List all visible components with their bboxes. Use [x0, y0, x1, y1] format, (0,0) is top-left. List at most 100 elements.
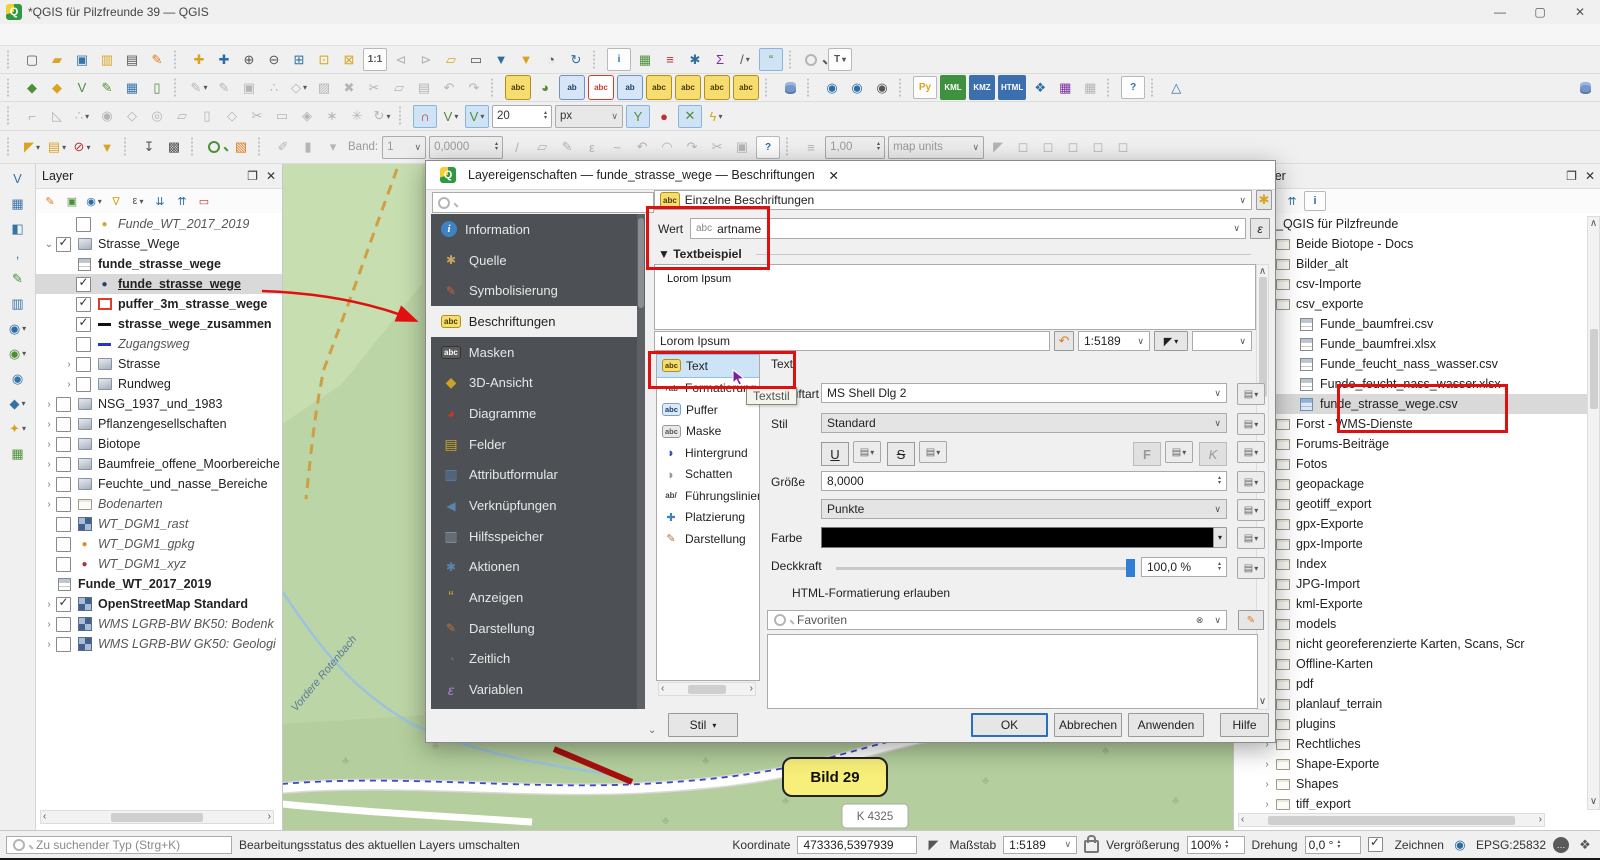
layer-checkbox[interactable] — [56, 497, 71, 512]
enable-snapping-icon[interactable]: ∩ — [413, 105, 437, 128]
settings-tab[interactable]: ab/ Führungslinien — [657, 485, 759, 507]
layer-checkbox[interactable] — [56, 237, 71, 252]
copy-label-icon[interactable]: abc — [733, 75, 759, 100]
kml-export-icon[interactable]: KML — [940, 75, 966, 100]
vertex-tool-icon[interactable]: ◇ — [288, 77, 310, 98]
layer-name[interactable]: funde_strasse_wege — [118, 277, 241, 291]
new-map-view-icon[interactable]: ▱ — [440, 49, 462, 70]
paste-features-icon[interactable]: ▤ — [413, 77, 435, 98]
browser-item[interactable]: › csv-Importe — [1234, 274, 1587, 294]
sidebar-item[interactable]: abc Beschriftungen — [431, 306, 645, 337]
mesh-menu-icon[interactable]: ≡ — [800, 137, 822, 158]
new-gpx-layer-icon[interactable]: ▯ — [146, 77, 168, 98]
topological-editing-icon[interactable]: Y — [626, 105, 650, 128]
layer-name[interactable]: Funde_WT_2017_2019 — [118, 217, 249, 231]
style-manager-mini-button[interactable]: ✎ — [1238, 610, 1264, 630]
zoom-next-icon[interactable]: ⊳ — [415, 49, 437, 70]
layer-item[interactable]: › Strasse — [36, 354, 282, 374]
zoom-annotation-icon[interactable] — [803, 49, 825, 70]
layer-item[interactable]: strasse_wege_zusammen — [36, 314, 282, 334]
handle[interactable] — [7, 106, 15, 126]
modify-attributes-icon[interactable]: ▨ — [313, 77, 335, 98]
close-button[interactable]: ✕ — [1560, 0, 1600, 24]
add-delimited-text-icon[interactable]: , — [7, 243, 29, 264]
layer-checkbox[interactable] — [76, 377, 91, 392]
browser-item[interactable]: › Shapes — [1234, 774, 1587, 794]
settings-tab[interactable]: abc Puffer — [657, 399, 759, 421]
mesh-3-icon[interactable]: ◻ — [1062, 137, 1084, 158]
settings-tab[interactable]: ◗ Schatten — [657, 464, 759, 486]
statistical-summary-icon[interactable]: Σ — [709, 49, 731, 70]
browser-item-name[interactable]: Funde_feucht_nass_wasser.xlsx — [1320, 377, 1501, 391]
layer-item[interactable]: funde_strasse_wege — [36, 274, 282, 294]
crs-globe-icon[interactable]: ◉ — [1451, 834, 1469, 855]
layer-name[interactable]: Funde_WT_2017_2019 — [78, 577, 211, 591]
browser-vscrollbar[interactable]: ∧∨ — [1587, 216, 1600, 810]
style-menu-button[interactable]: Stil▾ — [668, 713, 738, 737]
add-raster-layer-icon[interactable]: ▦ — [7, 193, 29, 214]
browser-item-name[interactable]: geotiff_export — [1296, 497, 1372, 511]
browser-item[interactable]: funde_strasse_wege.csv — [1234, 394, 1587, 414]
layer-name[interactable]: OpenStreetMap Standard — [98, 597, 248, 611]
layer-item[interactable]: › Bodenarten — [36, 494, 282, 514]
auto-placement-settings-button[interactable]: ✱ — [1256, 190, 1272, 210]
handle[interactable] — [191, 137, 199, 157]
layer-name[interactable]: Bodenarten — [98, 497, 163, 511]
expand-arrow-icon[interactable]: › — [42, 599, 56, 610]
raster-edit-icon[interactable]: ✎ — [556, 137, 578, 158]
layer-item[interactable]: › WMS LGRB-BW BK50: Bodenk — [36, 614, 282, 634]
data-defined-override-button[interactable] — [1237, 441, 1265, 463]
toggle-editing-icon[interactable]: ✎ — [213, 77, 235, 98]
browser-item-name[interactable]: plugins — [1296, 717, 1336, 731]
browser-item[interactable]: › plugins — [1234, 714, 1587, 734]
filter-legend-icon[interactable]: ∇ — [106, 192, 126, 210]
locator-search-input[interactable]: Zu suchender Typ (Strg+K) — [6, 836, 232, 854]
browser-item[interactable]: › Bilder_alt — [1234, 254, 1587, 274]
layer-checkbox[interactable] — [76, 337, 91, 352]
layer-item[interactable]: funde_strasse_wege — [36, 254, 282, 274]
browser-item[interactable]: › Forst - WMS-Dienste — [1234, 414, 1587, 434]
new-spatialite-layer-icon[interactable]: V — [71, 77, 93, 98]
browser-item[interactable]: Funde_feucht_nass_wasser.xlsx — [1234, 374, 1587, 394]
news-icon[interactable]: ❖ — [1576, 834, 1594, 855]
font-style-combo[interactable]: Standard∨ — [821, 413, 1227, 433]
text-style-list[interactable] — [767, 634, 1258, 709]
browser-item[interactable]: › Offline-Karten — [1234, 654, 1587, 674]
sidebar-item[interactable]: ▥ Hilfsspeicher — [431, 521, 645, 552]
browser-item-name[interactable]: pdf — [1296, 677, 1313, 691]
font-combo[interactable]: MS Shell Dlg 2∨ — [821, 383, 1227, 403]
size-unit-combo[interactable]: Punkte∨ — [821, 499, 1227, 519]
add-vector-layer-icon[interactable]: V — [7, 168, 29, 189]
apply-button[interactable]: Anwenden — [1128, 713, 1204, 737]
save-project-icon[interactable]: ▣ — [71, 49, 93, 70]
handle[interactable] — [258, 137, 266, 157]
handle[interactable] — [174, 78, 182, 98]
refresh-icon[interactable]: ↻ — [565, 49, 587, 70]
layer-checkbox[interactable] — [56, 457, 71, 472]
filter-by-expression-icon[interactable]: ε — [128, 192, 148, 210]
browser-item-name[interactable]: Beide Biotope - Docs — [1296, 237, 1413, 251]
browser-item-name[interactable]: geopackage — [1296, 477, 1364, 491]
handle[interactable] — [593, 50, 601, 70]
move-feature-icon[interactable]: ◇ — [221, 106, 243, 127]
layer-checkbox[interactable] — [56, 597, 71, 612]
opacity-slider-handle[interactable] — [1126, 559, 1135, 577]
raster-dd-icon[interactable]: ▾ — [322, 137, 344, 158]
settings-tab[interactable]: ✚ Platzierung — [657, 507, 759, 529]
browser-item[interactable]: › Index — [1234, 554, 1587, 574]
browser-item-name[interactable]: Index — [1296, 557, 1327, 571]
opacity-slider-track[interactable] — [836, 567, 1126, 570]
expand-arrow-icon[interactable]: › — [42, 399, 56, 410]
browser-item-name[interactable]: funde_strasse_wege.csv — [1320, 397, 1458, 411]
data-defined-override-button[interactable] — [1237, 413, 1265, 435]
dialog-close-icon[interactable]: ✕ — [821, 168, 847, 183]
raster-value-spin[interactable]: 0,0000 — [429, 136, 503, 159]
expand-arrow-icon[interactable]: › — [42, 479, 56, 490]
browser-item[interactable]: › Fotos — [1234, 454, 1587, 474]
database-right-icon[interactable] — [1574, 77, 1596, 98]
browser-item-name[interactable]: Funde_baumfrei.csv — [1320, 317, 1433, 331]
style-favorites-search[interactable]: Favoriten ⊗∨ — [767, 610, 1227, 630]
sidebar-item[interactable]: i Information — [431, 214, 645, 245]
underline-button[interactable]: U — [821, 442, 849, 466]
labeling-mode-combo[interactable]: abc Einzelne Beschriftungen ∨ — [654, 190, 1252, 210]
